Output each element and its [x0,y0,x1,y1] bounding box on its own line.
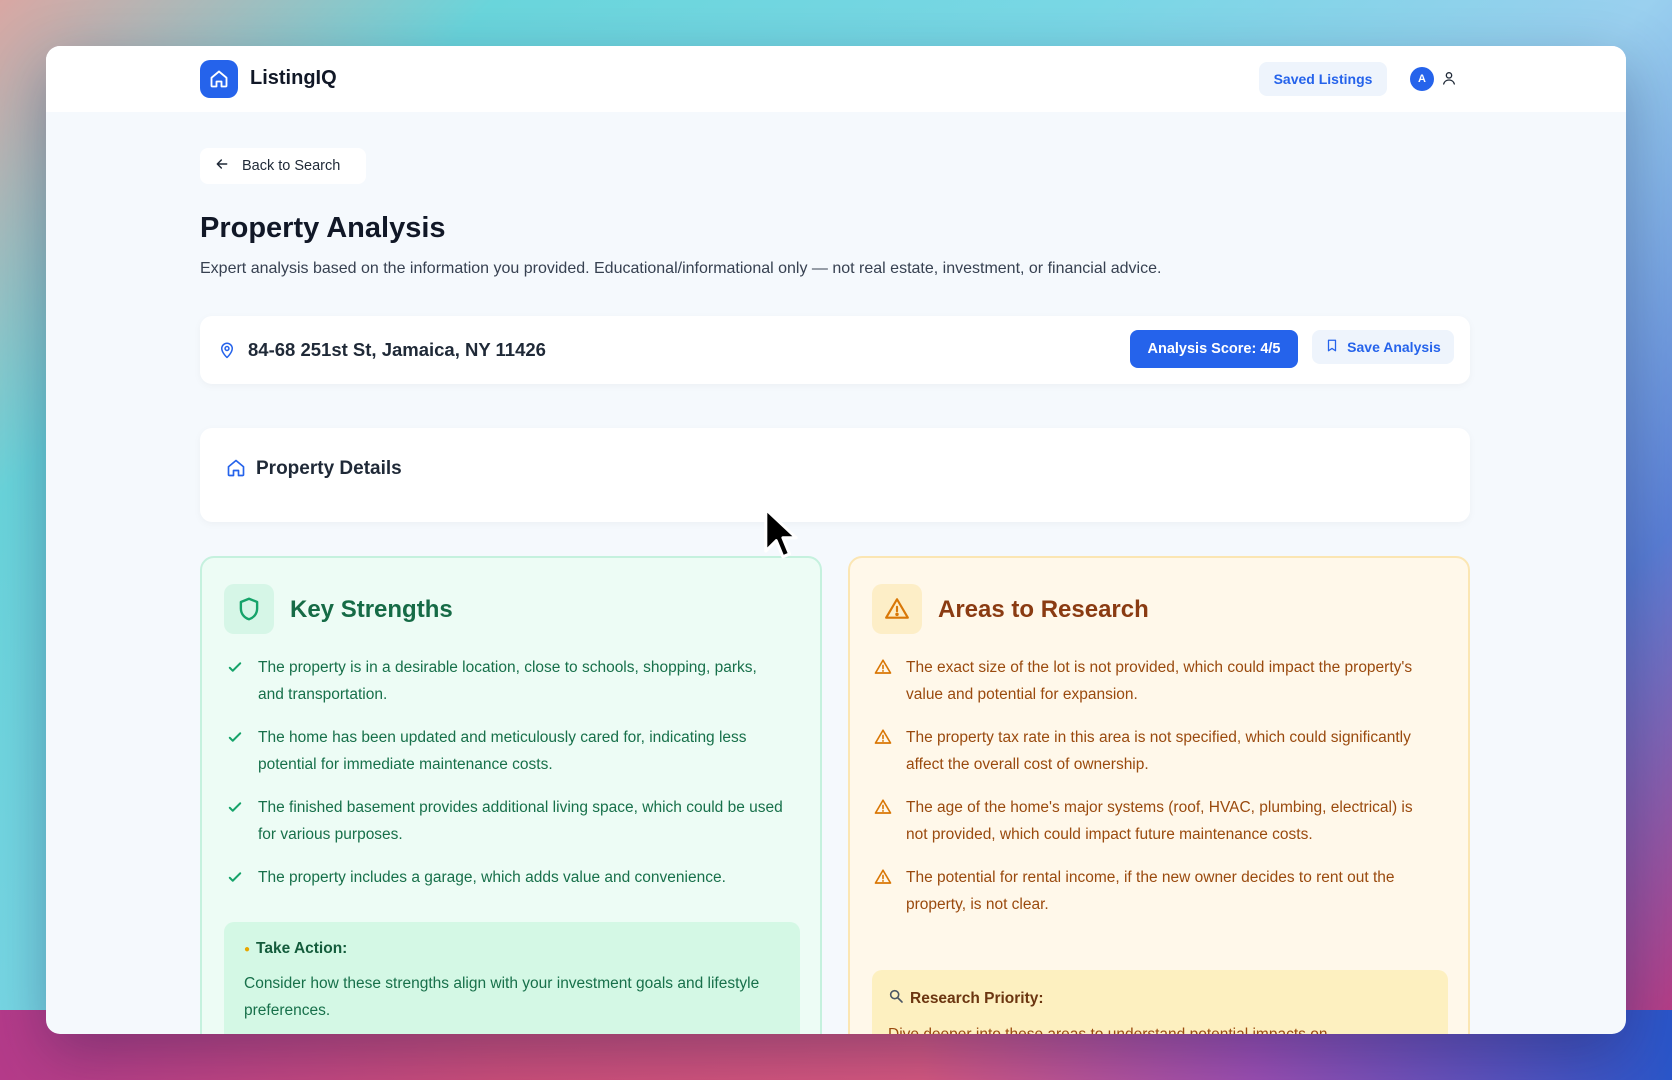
take-action-box: ● Take Action: Consider how these streng… [224,922,800,1034]
browser-window: ListingIQ Saved Listings A Back to Searc… [46,46,1626,1034]
bookmark-icon [1325,338,1339,356]
page-title: Property Analysis [200,212,446,244]
list-item: The home has been updated and meticulous… [226,724,786,778]
warning-icon [874,654,894,708]
check-icon [226,794,246,848]
property-details-title: Property Details [256,458,402,479]
areas-to-research-title: Areas to Research [938,596,1149,623]
address-card: 84-68 251st St, Jamaica, NY 11426 Analys… [200,316,1470,384]
research-priority-title: Research Priority: [910,989,1044,1007]
check-icon [226,654,246,708]
save-analysis-label: Save Analysis [1347,339,1441,355]
research-text: The age of the home's major systems (roo… [906,799,1413,843]
back-label: Back to Search [242,158,341,174]
save-analysis-button[interactable]: Save Analysis [1312,330,1454,364]
analysis-score-badge[interactable]: Analysis Score: 4/5 [1130,330,1298,368]
check-icon [226,724,246,778]
list-item: The exact size of the lot is not provide… [874,654,1434,708]
property-details-card[interactable]: Property Details [200,428,1470,522]
take-action-title: Take Action: [256,940,348,957]
user-icon[interactable] [1441,70,1457,91]
mouse-cursor-icon [762,504,800,569]
strength-text: The finished basement provides additiona… [258,799,783,843]
house-icon [226,458,246,483]
strength-text: The property is in a desirable location,… [258,659,757,703]
research-priority-text: Dive deeper into these areas to understa… [888,1021,1432,1034]
shield-icon [224,584,274,634]
research-text: The exact size of the lot is not provide… [906,659,1413,703]
list-item: The property tax rate in this area is no… [874,724,1434,778]
key-strengths-panel: Key Strengths The property is in a desir… [200,556,822,1034]
property-address: 84-68 251st St, Jamaica, NY 11426 [248,339,546,360]
saved-listings-button[interactable]: Saved Listings [1259,62,1387,96]
avatar[interactable]: A [1410,67,1434,91]
take-action-text: Consider how these strengths align with … [244,975,760,1019]
warning-icon [874,864,894,918]
list-item: The finished basement provides additiona… [226,794,786,848]
brand-name[interactable]: ListingIQ [250,67,337,90]
back-to-search-button[interactable]: Back to Search [200,148,366,184]
research-text: The property tax rate in this area is no… [906,729,1411,773]
key-strengths-title: Key Strengths [290,596,453,623]
areas-to-research-panel: Areas to Research The exact size of the … [848,556,1470,1034]
research-priority-box: Research Priority: Dive deeper into thes… [872,970,1448,1034]
map-pin-icon [218,340,236,365]
page-subtitle: Expert analysis based on the information… [200,260,1162,277]
list-item: The age of the home's major systems (roo… [874,794,1434,848]
research-text: The potential for rental income, if the … [906,869,1395,913]
list-item: The property is in a desirable location,… [226,654,786,708]
warning-icon [872,584,922,634]
top-navigation-bar: ListingIQ Saved Listings A [46,46,1626,112]
list-item: The property includes a garage, which ad… [226,864,786,891]
arrow-left-icon [214,156,230,176]
lightbulb-icon: ● [244,943,251,955]
warning-icon [874,794,894,848]
warning-icon [874,724,894,778]
strength-text: The property includes a garage, which ad… [258,869,726,886]
home-logo-icon[interactable] [200,60,238,98]
check-icon [226,864,246,891]
list-item: The potential for rental income, if the … [874,864,1434,918]
magnifier-icon [888,988,904,1009]
strength-text: The home has been updated and meticulous… [258,729,747,773]
